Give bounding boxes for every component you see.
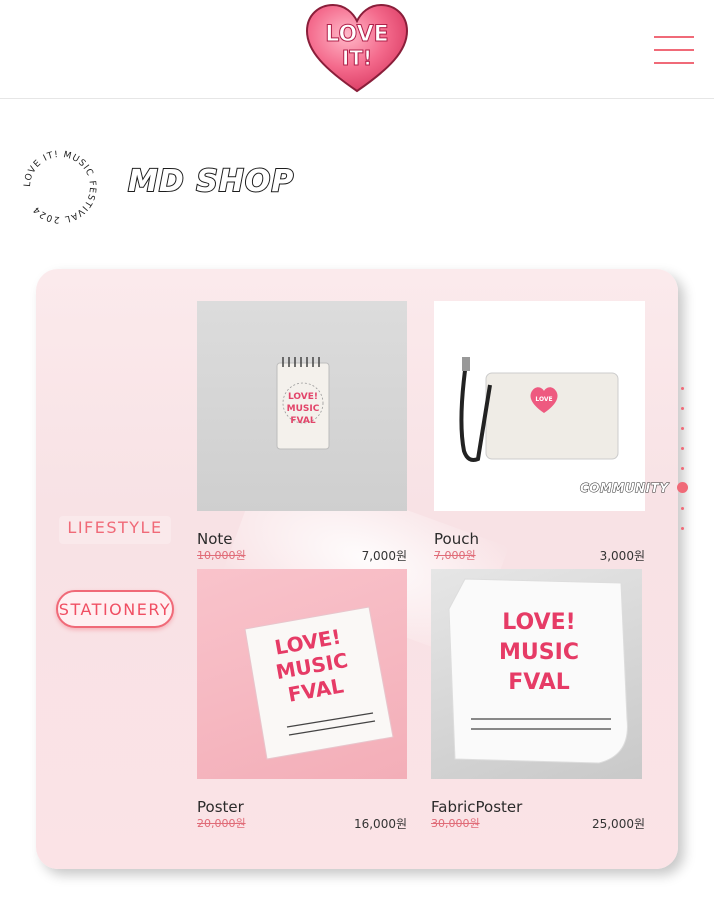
hamburger-icon-line	[654, 49, 694, 51]
product-price: 25,000원	[591, 817, 645, 831]
nav-dot[interactable]	[681, 447, 684, 450]
category-stationery[interactable]: STATIONERY	[56, 590, 174, 628]
product-name: FabricPoster	[431, 798, 523, 816]
hamburger-icon-line	[654, 62, 694, 64]
product-image-pouch[interactable]: LOVE	[434, 301, 645, 511]
nav-label-community[interactable]: COMMUNITY	[580, 481, 669, 496]
product-image-note[interactable]: LOVE! MUSIC FVAL	[197, 301, 407, 511]
svg-text:LOVE: LOVE	[535, 396, 552, 403]
product-price: 3,000원	[599, 549, 645, 563]
festival-circle-badge: LOVE IT! MUSIC FESTIVAL 2024	[21, 148, 99, 226]
svg-text:FVAL: FVAL	[290, 416, 315, 426]
page-title: MD SHOP	[127, 163, 295, 200]
nav-dot[interactable]	[681, 507, 684, 510]
logo-text-love: LOVE	[325, 22, 388, 47]
product-card-poster[interactable]: LOVE! MUSIC FVAL Poster 20,000원 16,000원	[197, 569, 407, 831]
svg-text:LOVE IT! MUSIC FESTIVAL 2024: LOVE IT! MUSIC FESTIVAL 2024	[23, 150, 97, 224]
nav-dot[interactable]	[681, 387, 684, 390]
svg-text:MUSIC: MUSIC	[287, 404, 320, 414]
product-old-price: 10,000원	[197, 549, 246, 562]
product-image-poster[interactable]: LOVE! MUSIC FVAL	[197, 569, 407, 779]
header: LOVE IT!	[0, 0, 714, 99]
svg-text:LOVE!: LOVE!	[502, 610, 575, 635]
nav-dot-active[interactable]	[677, 482, 688, 493]
product-old-price: 7,000원	[434, 549, 476, 562]
svg-text:FVAL: FVAL	[508, 670, 570, 695]
side-dot-nav	[677, 385, 688, 535]
category-lifestyle[interactable]: LIFESTYLE	[59, 516, 171, 544]
product-image-fabric-poster[interactable]: LOVE! MUSIC FVAL	[431, 569, 642, 779]
menu-button[interactable]	[654, 36, 694, 64]
product-name: Pouch	[434, 530, 479, 548]
product-price: 16,000원	[353, 817, 407, 831]
product-old-price: 20,000원	[197, 817, 246, 830]
product-card-fabric-poster[interactable]: LOVE! MUSIC FVAL FabricPoster 30,000원 25…	[431, 569, 645, 831]
nav-dot[interactable]	[681, 407, 684, 410]
product-name: Poster	[197, 798, 244, 816]
product-price: 7,000원	[361, 549, 407, 563]
hamburger-icon-line	[654, 36, 694, 38]
svg-text:LOVE!: LOVE!	[288, 392, 318, 402]
nav-dot[interactable]	[681, 467, 684, 470]
product-old-price: 30,000원	[431, 817, 480, 830]
product-card-note[interactable]: LOVE! MUSIC FVAL Note 10,000원 7,000원	[197, 301, 407, 563]
svg-text:MUSIC: MUSIC	[499, 640, 579, 665]
nav-dot[interactable]	[681, 527, 684, 530]
nav-dot[interactable]	[681, 427, 684, 430]
badge-text: LOVE IT! MUSIC FESTIVAL 2024	[23, 150, 96, 224]
product-card-pouch[interactable]: LOVE Pouch 7,000원 3,000원	[434, 301, 645, 563]
love-it-logo[interactable]: LOVE IT!	[305, 3, 409, 95]
product-name: Note	[197, 530, 233, 548]
logo-text-it: IT!	[342, 46, 372, 70]
